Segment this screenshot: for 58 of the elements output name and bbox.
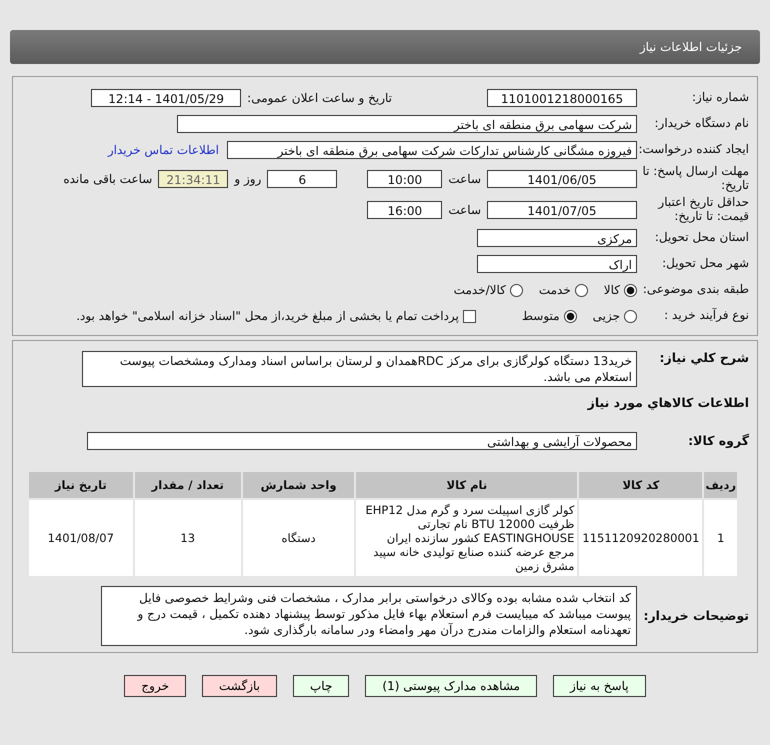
goods-group-field: محصولات آرایشی و بهداشتی: [87, 432, 637, 450]
payment-checkbox[interactable]: پرداخت تمام یا بخشی از مبلغ خرید،از محل "اسناد خزانه اسلامی" خواهد بود.: [76, 309, 476, 323]
category-radio[interactable]: کالا: [604, 283, 637, 297]
remaining-time-field: 21:34:11: [158, 170, 228, 188]
column-header: تعداد / مقدار: [134, 472, 241, 498]
field-label: توضیحات خریدار:: [642, 608, 749, 624]
column-header: کد کالا: [579, 472, 702, 498]
field-label: حداقل تاریخ اعتبار قیمت: تا تاریخ:: [656, 196, 749, 224]
column-header: ردیف: [704, 472, 737, 498]
field-label: استان محل تحویل:: [654, 231, 749, 245]
field-label: نام دستگاه خریدار:: [654, 117, 749, 131]
deadline-time-field: 10:00: [367, 170, 442, 188]
section-title: اطلاعات کالاهاي مورد نياز: [588, 394, 749, 412]
field-label: شهر محل تحویل:: [661, 257, 749, 271]
column-header: واحد شمارش: [242, 472, 354, 498]
table-cell: 1151120920280001: [579, 500, 702, 576]
action-button[interactable]: پاسخ به نیاز: [552, 675, 646, 697]
table-cell: دستگاه: [242, 500, 354, 576]
column-header: تاریخ نیاز: [29, 472, 133, 498]
announce-date-field: 1401/05/29 - 12:14: [91, 89, 242, 107]
days-field: 6: [267, 170, 338, 188]
field-label: طبقه بندی موضوعی:: [642, 283, 749, 297]
contact-link[interactable]: اطلاعات تماس خریدار: [108, 143, 219, 157]
category-radio[interactable]: خدمت: [538, 283, 588, 297]
buyer-org-field: شرکت سهامی برق منطقه ای باختر: [177, 115, 637, 133]
table-cell: 13: [134, 500, 241, 576]
page-title: جزئیات اطلاعات نیاز: [640, 40, 742, 54]
time-label: ساعت: [448, 202, 481, 216]
action-button[interactable]: بازگشت: [202, 675, 277, 697]
field-label: مهلت ارسال پاسخ: تا تاریخ:: [641, 164, 749, 192]
table-cell: 1: [704, 500, 737, 576]
action-button[interactable]: چاپ: [293, 675, 350, 697]
province-field: مرکزی: [477, 229, 637, 247]
field-label: گروه کالا:: [687, 434, 749, 448]
description-field: خرید13 دستگاه کولرگازی برای مرکز RDCهمدان و لرستان براساس اسناد ومدارک ومشخصات پیوست استعلام می باشد.: [82, 351, 637, 387]
process-radio[interactable]: جزیی: [592, 309, 637, 323]
table-cell: 1401/08/07: [29, 500, 133, 576]
process-radio[interactable]: متوسط: [522, 309, 577, 323]
column-header: نام کالا: [356, 472, 578, 498]
field-label: ایجاد کننده درخواست:: [637, 143, 749, 157]
category-radio[interactable]: کالا/خدمت: [454, 283, 523, 297]
action-button[interactable]: خروج: [124, 675, 186, 697]
city-field: اراک: [477, 255, 637, 273]
requester-field: فیروزه مشگانی کارشناس تدارکات شرکت سهامی برق منطقه ای باختر: [227, 141, 637, 159]
remaining-label: ساعت باقی مانده: [63, 172, 152, 186]
validity-time-field: 16:00: [367, 200, 442, 218]
field-label: شماره نیاز:: [691, 91, 749, 105]
need-number-field: 1101001218000165: [487, 89, 637, 107]
time-label: ساعت: [448, 172, 481, 186]
validity-date-field: 1401/07/05: [487, 200, 637, 218]
days-label: روز و: [234, 172, 262, 186]
field-label: نوع فرآیند خرید :: [663, 309, 749, 323]
table-cell: کولر گازی اسپیلت سرد و گرم مدل EHP12 ظرفیت BTU 12000 نام تجارتی EASTINGHOUSE کشور سازنده ایران مرجع عرضه کننده صنایع تولیدی خانه سپید مشرق زمین: [356, 500, 578, 576]
deadline-date-field: 1401/06/05: [487, 170, 637, 188]
field-label: شرح کلي نياز:: [658, 351, 749, 366]
field-label: تاریخ و ساعت اعلان عمومی:: [247, 91, 392, 105]
action-button[interactable]: مشاهده مدارک پیوستی (1): [365, 675, 537, 697]
notes-field: کد انتخاب شده مشابه بوده وکالای درخواستی برابر مدارک ، مشخصات فنی وشرایط خصوصی فایل پیوست میباشد که میبایست فرم استعلام بهاء فایل مذکور توسط پیشنهاد دهنده تکمیل ، قیمت درج و تعهدنامه استعلام والزامات مندرج درآن مهر وامضاء ودر سامانه بارگذاری شود.: [101, 586, 637, 646]
